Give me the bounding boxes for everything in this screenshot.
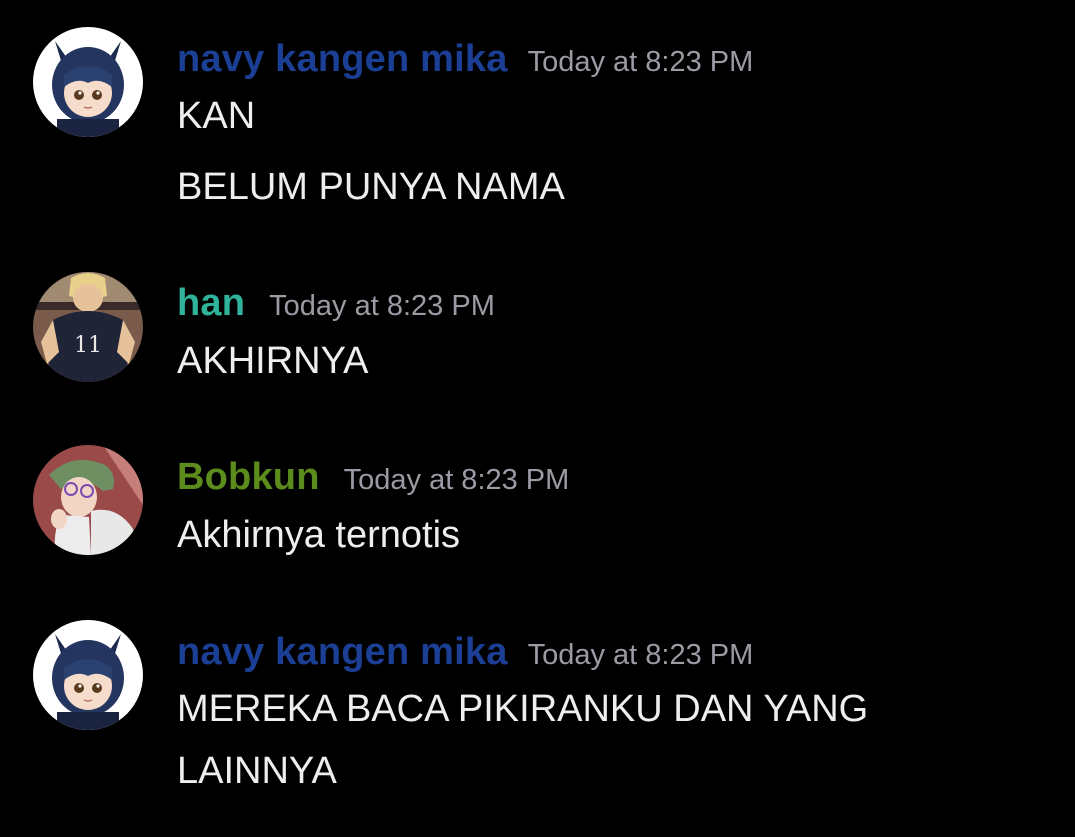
message-text: AKHIRNYA (177, 340, 369, 382)
username[interactable]: Bobkun (177, 456, 320, 498)
user-avatar[interactable]: 11 (33, 272, 143, 382)
username[interactable]: navy kangen mika (177, 631, 508, 673)
timestamp: Today at 8:23 PM (269, 290, 495, 322)
svg-text:11: 11 (74, 333, 102, 358)
timestamp: Today at 8:23 PM (343, 464, 570, 496)
user-avatar[interactable] (33, 620, 143, 730)
message-text: Akhirnya ternotis (177, 514, 461, 556)
timestamp: Today at 8:23 PM (527, 639, 754, 671)
green-hair-glasses-avatar-icon (33, 445, 143, 555)
anime-girl-cat-ears-avatar-icon (33, 27, 143, 137)
message-text: LAINNYA (177, 750, 337, 792)
anime-girl-cat-ears-avatar-icon (33, 620, 143, 730)
user-avatar[interactable] (33, 445, 143, 555)
username[interactable]: navy kangen mika (177, 38, 508, 80)
volleyball-player-11-avatar-icon: 11 (33, 272, 143, 382)
message-text: BELUM PUNYA NAMA (177, 166, 565, 208)
message-header: navy kangen mika Today at 8:23 PM (177, 38, 753, 81)
message-header: Bobkun Today at 8:23 PM (177, 456, 569, 499)
message-header: navy kangen mika Today at 8:23 PM (177, 631, 753, 674)
timestamp: Today at 8:23 PM (527, 46, 754, 78)
username[interactable]: han (177, 282, 245, 324)
message-text: MEREKA BACA PIKIRANKU DAN YANG (177, 688, 869, 730)
message-header: han Today at 8:23 PM (177, 282, 495, 325)
message-text: KAN (177, 95, 256, 137)
user-avatar[interactable] (33, 27, 143, 137)
